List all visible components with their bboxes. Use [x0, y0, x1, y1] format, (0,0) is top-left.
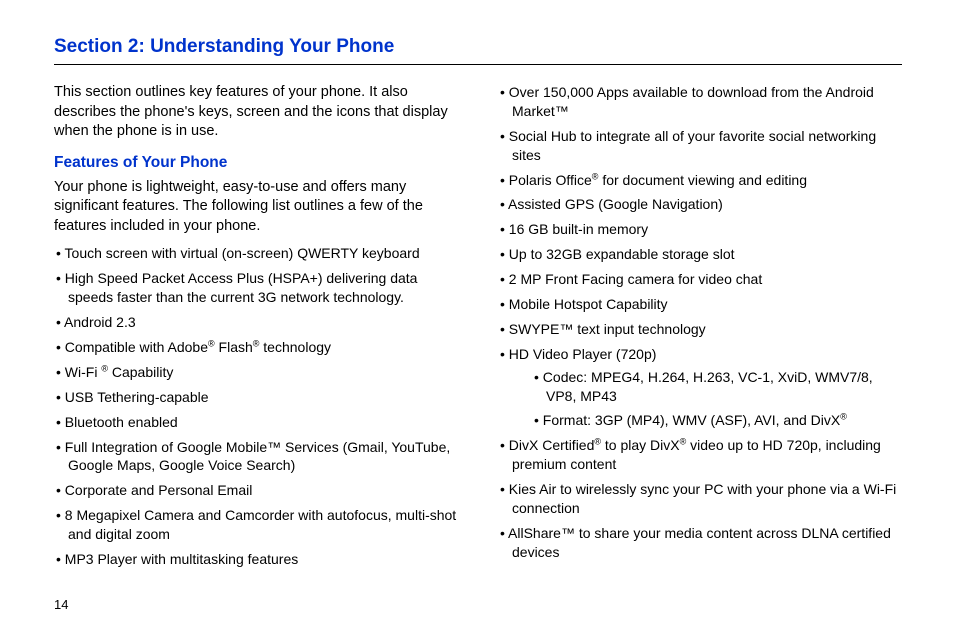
list-item: MP3 Player with multitasking features [56, 550, 458, 569]
list-item: High Speed Packet Access Plus (HSPA+) de… [56, 269, 458, 307]
list-item: 8 Megapixel Camera and Camcorder with au… [56, 506, 458, 544]
list-item: AllShare™ to share your media content ac… [500, 524, 902, 562]
sublist-item: Codec: MPEG4, H.264, H.263, VC-1, XviD, … [534, 368, 902, 406]
list-item: 2 MP Front Facing camera for video chat [500, 270, 902, 289]
subsection-title: Features of Your Phone [54, 154, 458, 172]
list-item: USB Tethering-capable [56, 388, 458, 407]
document-page: Section 2: Understanding Your Phone This… [0, 0, 954, 595]
divider-line [54, 64, 902, 65]
list-item: Assisted GPS (Google Navigation) [500, 195, 902, 214]
list-item: DivX Certified® to play DivX® video up t… [500, 436, 902, 474]
list-item: Bluetooth enabled [56, 413, 458, 432]
features-list-left: Touch screen with virtual (on-screen) QW… [54, 244, 458, 568]
section-title: Section 2: Understanding Your Phone [54, 36, 902, 58]
list-item: Full Integration of Google Mobile™ Servi… [56, 438, 458, 476]
subsection-intro: Your phone is lightweight, easy-to-use a… [54, 178, 458, 237]
list-item: 16 GB built-in memory [500, 220, 902, 239]
hd-sublist: Codec: MPEG4, H.264, H.263, VC-1, XviD, … [512, 368, 902, 431]
list-item-text: HD Video Player (720p) [509, 346, 657, 362]
list-item: Touch screen with virtual (on-screen) QW… [56, 244, 458, 263]
page-number: 14 [54, 597, 68, 612]
sublist-item: Format: 3GP (MP4), WMV (ASF), AVI, and D… [534, 411, 902, 430]
list-item: Corporate and Personal Email [56, 481, 458, 500]
list-item: Over 150,000 Apps available to download … [500, 83, 902, 121]
right-column: Over 150,000 Apps available to download … [498, 83, 902, 575]
features-list-right: Over 150,000 Apps available to download … [498, 83, 902, 562]
section-intro: This section outlines key features of yo… [54, 83, 458, 142]
list-item: Polaris Office® for document viewing and… [500, 171, 902, 190]
list-item: Social Hub to integrate all of your favo… [500, 127, 902, 165]
list-item: Android 2.3 [56, 313, 458, 332]
two-column-layout: This section outlines key features of yo… [54, 83, 902, 575]
list-item: HD Video Player (720p) Codec: MPEG4, H.2… [500, 345, 902, 431]
list-item: Up to 32GB expandable storage slot [500, 245, 902, 264]
list-item: Compatible with Adobe® Flash® technology [56, 338, 458, 357]
list-item: Mobile Hotspot Capability [500, 295, 902, 314]
left-column: This section outlines key features of yo… [54, 83, 458, 575]
list-item: Wi-Fi ® Capability [56, 363, 458, 382]
list-item: Kies Air to wirelessly sync your PC with… [500, 480, 902, 518]
list-item: SWYPE™ text input technology [500, 320, 902, 339]
